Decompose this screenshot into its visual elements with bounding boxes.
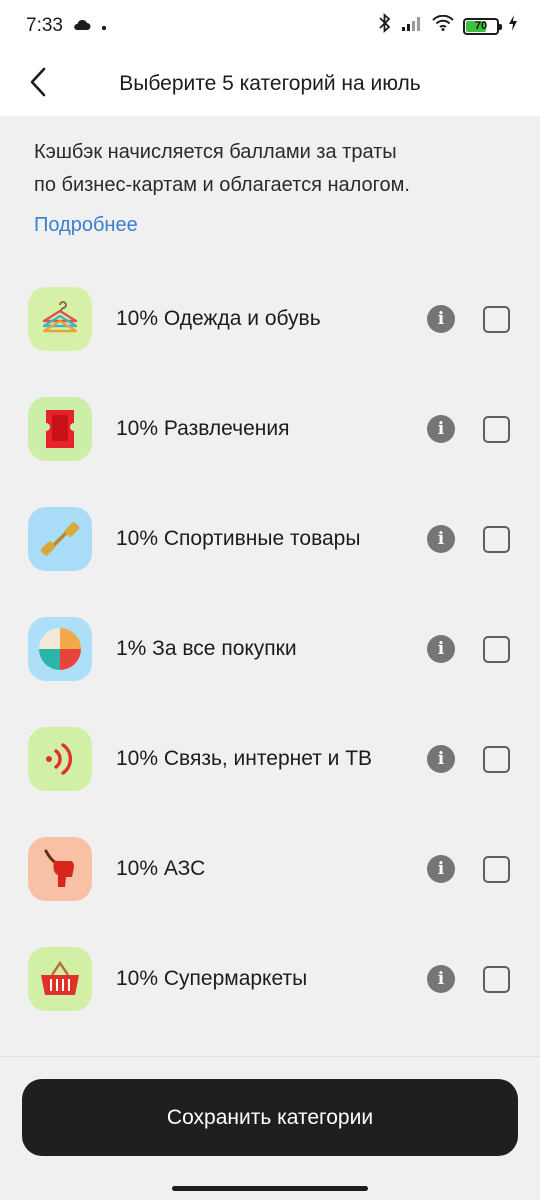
back-button[interactable] — [18, 62, 58, 106]
battery-level: 70 — [474, 20, 488, 32]
category-item-all-purchases[interactable]: 1% За все покупки i — [0, 594, 540, 704]
category-item-supermarkets[interactable]: 10% Супермаркеты i — [0, 924, 540, 1034]
signal-icon — [401, 15, 423, 37]
category-item-telecom[interactable]: 10% Связь, интернет и ТВ i — [0, 704, 540, 814]
category-label: 10% Связь, интернет и ТВ — [116, 747, 373, 770]
category-checkbox[interactable] — [483, 305, 510, 333]
info-icon[interactable]: i — [427, 305, 455, 333]
category-checkbox[interactable] — [483, 415, 510, 443]
cloud-icon — [73, 15, 91, 37]
category-label: 10% АЗС — [116, 857, 206, 880]
status-time: 7:33 — [26, 15, 63, 36]
save-categories-button[interactable]: Сохранить категории — [22, 1079, 518, 1156]
basket-icon — [28, 947, 92, 1011]
more-link[interactable]: Подробнее — [34, 214, 138, 237]
pie-icon — [28, 617, 92, 681]
bluetooth-icon — [378, 12, 392, 39]
dot-icon — [101, 15, 107, 37]
status-right: 70 — [378, 12, 518, 39]
content: Кэшбэк начисляется баллами за траты по б… — [0, 116, 540, 1011]
category-checkbox[interactable] — [483, 965, 510, 993]
ticket-icon — [28, 397, 92, 461]
category-label: 10% Спортивные товары — [116, 527, 361, 550]
category-checkbox[interactable] — [483, 635, 510, 663]
info-icon[interactable]: i — [427, 745, 455, 773]
category-list: 10% Одежда и обувь i 10% Развлечения i 1… — [0, 264, 540, 1034]
category-checkbox[interactable] — [483, 745, 510, 773]
page-title: Выберите 5 категорий на июль — [119, 72, 421, 95]
hangers-icon — [28, 287, 92, 351]
status-bar: 7:33 70 — [0, 0, 540, 52]
category-item-entertainment[interactable]: 10% Развлечения i — [0, 374, 540, 484]
back-arrow-icon — [29, 67, 47, 102]
category-label: 10% Супермаркеты — [116, 967, 308, 990]
home-indicator[interactable] — [172, 1186, 368, 1191]
signal-waves-icon — [28, 727, 92, 791]
info-icon[interactable]: i — [427, 965, 455, 993]
category-checkbox[interactable] — [483, 855, 510, 883]
info-icon[interactable]: i — [427, 525, 455, 553]
category-label: 10% Одежда и обувь — [116, 307, 321, 330]
category-item-fuel[interactable]: 10% АЗС i — [0, 814, 540, 924]
category-item-clothes[interactable]: 10% Одежда и обувь i — [0, 264, 540, 374]
fuel-nozzle-icon — [28, 837, 92, 901]
cashback-description: Кэшбэк начисляется баллами за траты по б… — [34, 141, 410, 196]
category-label: 1% За все покупки — [116, 637, 297, 660]
category-item-sports[interactable]: 10% Спортивные товары i — [0, 484, 540, 594]
info-icon[interactable]: i — [427, 635, 455, 663]
battery-icon: 70 — [463, 17, 502, 35]
status-left: 7:33 — [26, 15, 107, 37]
footer-divider — [0, 1056, 540, 1057]
header: Выберите 5 категорий на июль — [0, 52, 540, 116]
category-checkbox[interactable] — [483, 525, 510, 553]
info-icon[interactable]: i — [427, 415, 455, 443]
info-icon[interactable]: i — [427, 855, 455, 883]
category-label: 10% Развлечения — [116, 417, 290, 440]
charging-icon — [508, 14, 518, 38]
dumbbell-icon — [28, 507, 92, 571]
wifi-icon — [432, 14, 454, 37]
